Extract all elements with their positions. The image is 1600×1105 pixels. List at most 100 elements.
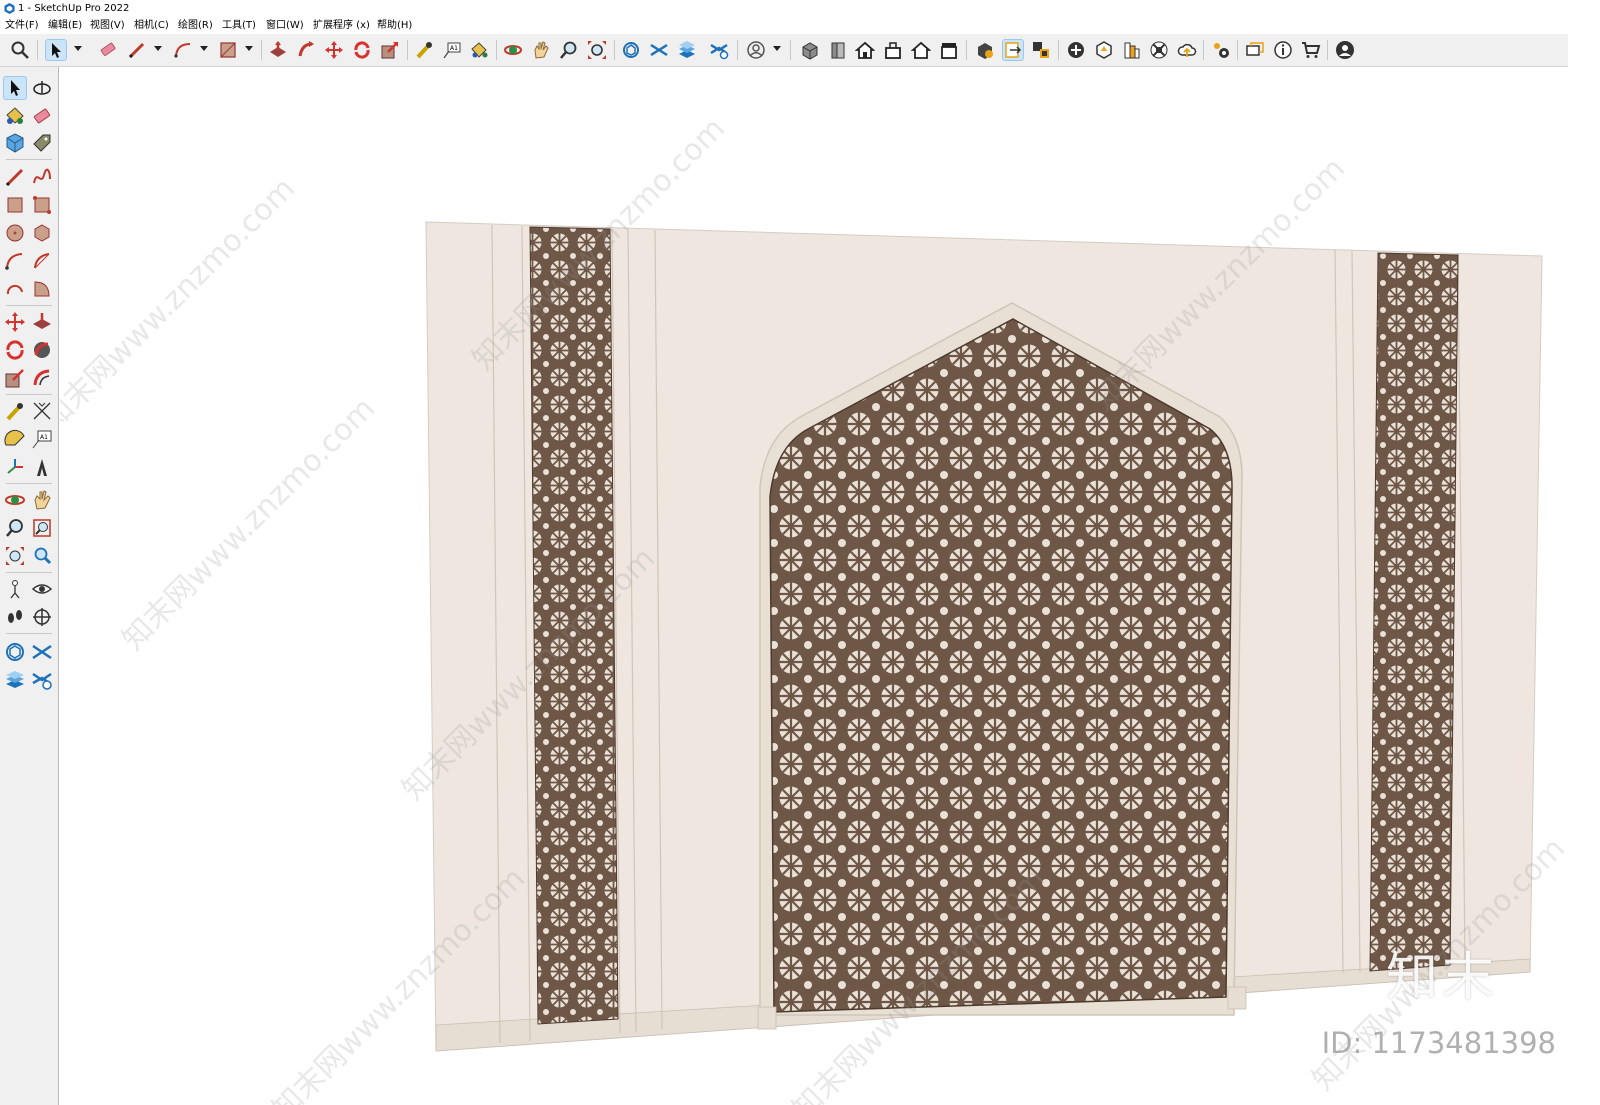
arc-icon[interactable] [173, 40, 193, 60]
eraser-icon[interactable] [31, 105, 53, 127]
menu-tools[interactable]: 工具(T) [222, 17, 256, 34]
select-icon[interactable] [3, 76, 27, 100]
previous-view-icon[interactable] [31, 545, 53, 567]
menu-window[interactable]: 窗口(W) [266, 17, 304, 34]
layout-icon[interactable] [677, 40, 697, 60]
menu-edit[interactable]: 编辑(E) [48, 17, 82, 34]
axes-icon[interactable] [4, 456, 26, 478]
text-icon[interactable]: A1 [442, 40, 462, 60]
profile-dropdown-icon[interactable] [773, 46, 781, 51]
arc-dropdown-icon[interactable] [200, 46, 208, 51]
model-viewport[interactable]: 知末网www.znzmo.com 知末网www.znzmo.com 知末网www… [60, 67, 1568, 1105]
circle-icon[interactable] [4, 222, 26, 244]
menu-file[interactable]: 文件(F) [5, 17, 39, 34]
menu-extensions[interactable]: 扩展程序 (x) [313, 17, 370, 34]
polygon-icon[interactable] [31, 222, 53, 244]
shape-dropdown-icon[interactable] [245, 46, 253, 51]
push-pull-icon[interactable] [31, 311, 53, 333]
move-icon[interactable] [324, 40, 344, 60]
text-icon[interactable]: A1 [31, 428, 53, 450]
offset-icon[interactable] [31, 367, 53, 389]
follow-me-icon[interactable] [296, 40, 316, 60]
scale-icon[interactable] [380, 40, 400, 60]
settings-icon[interactable] [1211, 40, 1231, 60]
arc2-icon[interactable] [31, 278, 53, 300]
section-display-icon[interactable] [1002, 39, 1024, 61]
layout-icon[interactable] [4, 669, 26, 691]
info-icon[interactable] [1273, 40, 1293, 60]
section-plane-icon[interactable] [975, 40, 995, 60]
top-view-icon[interactable] [828, 40, 848, 60]
paint-bucket-icon[interactable] [469, 40, 489, 60]
protractor-icon[interactable] [4, 428, 26, 450]
extension-warehouse-icon[interactable] [649, 40, 669, 60]
add-location-icon[interactable] [1066, 40, 1086, 60]
rectangle-icon[interactable] [218, 40, 238, 60]
chat-icon[interactable] [1245, 40, 1265, 60]
rotated-rect-icon[interactable] [31, 194, 53, 216]
orbit2-icon[interactable] [4, 489, 26, 511]
right-view-icon[interactable] [883, 40, 903, 60]
menu-help[interactable]: 帮助(H) [377, 17, 412, 34]
profile-icon[interactable] [746, 40, 766, 60]
dimension-icon[interactable] [31, 400, 53, 422]
3d-text-icon[interactable] [31, 456, 53, 478]
cloud-icon[interactable] [1177, 40, 1197, 60]
zoom-tool-icon[interactable] [559, 40, 579, 60]
push-pull-icon[interactable] [268, 40, 288, 60]
section-icon[interactable] [31, 606, 53, 628]
zoom-extents-icon[interactable] [4, 545, 26, 567]
rectangle-icon[interactable] [4, 194, 26, 216]
arc-icon[interactable] [4, 250, 26, 272]
move-icon[interactable] [4, 311, 26, 333]
line-dropdown-icon[interactable] [154, 46, 162, 51]
back-view-icon[interactable] [911, 40, 931, 60]
menu-camera[interactable]: 相机(C) [134, 17, 169, 34]
follow-me-icon[interactable] [31, 339, 53, 361]
rotate-icon[interactable] [352, 40, 372, 60]
arc3-icon[interactable] [4, 278, 26, 300]
orbit-icon[interactable] [31, 77, 53, 99]
zoom-window-icon[interactable] [31, 517, 53, 539]
pan-icon[interactable] [531, 40, 551, 60]
zoom-icon[interactable] [10, 40, 30, 60]
scale-icon[interactable] [4, 367, 26, 389]
component-icon[interactable] [4, 132, 26, 154]
styles-icon[interactable] [1122, 40, 1142, 60]
left-lattice-strip[interactable] [529, 226, 619, 1025]
paint-bucket-icon[interactable] [4, 105, 26, 127]
model-canvas[interactable] [60, 67, 1568, 1105]
manager-icon[interactable] [31, 669, 53, 691]
position-camera-icon[interactable] [4, 578, 26, 600]
tape-measure-icon[interactable] [414, 40, 434, 60]
select-dropdown-icon[interactable] [74, 46, 82, 51]
extension-icon[interactable] [31, 641, 53, 663]
rotate-icon[interactable] [4, 339, 26, 361]
tape-icon[interactable] [4, 400, 26, 422]
account-icon[interactable] [1335, 40, 1355, 60]
eraser-icon[interactable] [98, 40, 118, 60]
cart-icon[interactable] [1301, 40, 1321, 60]
walk-icon[interactable] [4, 606, 26, 628]
left-view-icon[interactable] [939, 40, 959, 60]
orbit-icon[interactable] [503, 40, 523, 60]
front-view-icon[interactable] [855, 40, 875, 60]
extension-manager-icon[interactable] [709, 40, 729, 60]
components-icon[interactable] [1149, 40, 1169, 60]
menu-view[interactable]: 视图(V) [90, 17, 125, 34]
pencil-line-icon[interactable] [127, 40, 147, 60]
sandbox-icon[interactable] [1094, 40, 1114, 60]
iso-view-icon[interactable] [800, 40, 820, 60]
tag-icon[interactable] [31, 132, 53, 154]
pencil-icon[interactable] [4, 166, 26, 188]
arch-lattice-panel[interactable] [769, 318, 1233, 1013]
freehand-icon[interactable] [31, 166, 53, 188]
zoom-extents-icon[interactable] [587, 40, 607, 60]
zoom-icon[interactable] [4, 517, 26, 539]
select-icon[interactable] [45, 39, 67, 61]
section-fill-icon[interactable] [1031, 40, 1051, 60]
right-lattice-strip[interactable] [1369, 252, 1459, 972]
pie-icon[interactable] [31, 250, 53, 272]
warehouse-icon[interactable] [4, 641, 26, 663]
warehouse-icon[interactable] [621, 40, 641, 60]
